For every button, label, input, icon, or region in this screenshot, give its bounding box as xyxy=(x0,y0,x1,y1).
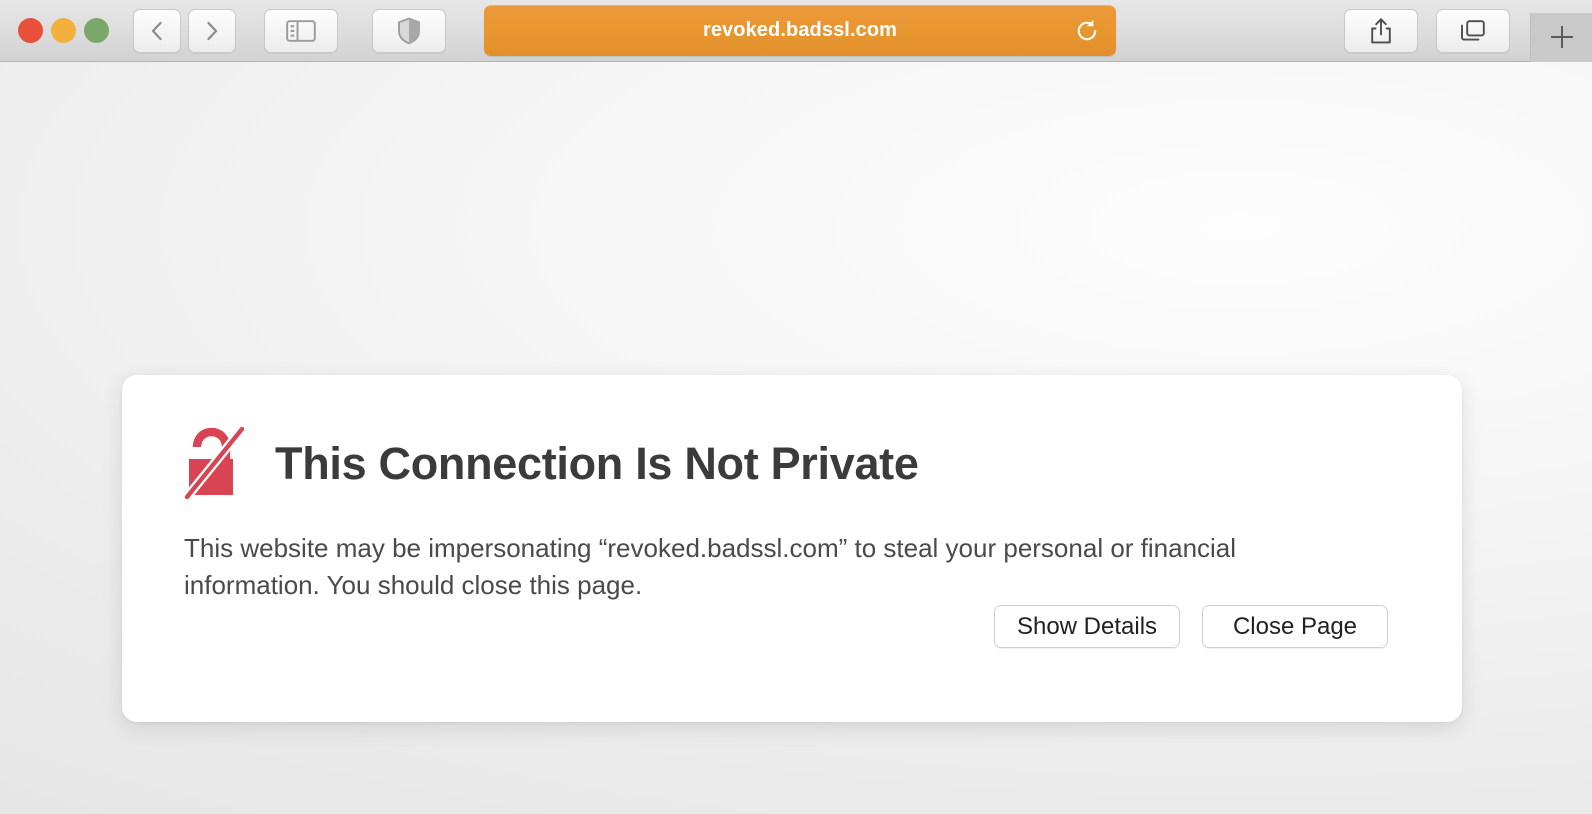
share-icon xyxy=(1371,17,1391,43)
shield-icon xyxy=(398,17,420,44)
maximize-window-button[interactable] xyxy=(84,18,109,43)
address-bar[interactable]: revoked.badssl.com xyxy=(484,5,1116,56)
chevron-right-icon xyxy=(207,21,218,40)
forward-button[interactable] xyxy=(188,8,236,53)
browser-toolbar: revoked.badssl.com xyxy=(0,0,1592,62)
close-window-button[interactable] xyxy=(18,18,43,43)
window-controls xyxy=(18,18,109,43)
close-page-button[interactable]: Close Page xyxy=(1202,605,1388,648)
browser-window: revoked.badssl.com This Connection Is No… xyxy=(0,0,1592,814)
chevron-left-icon xyxy=(151,21,162,40)
warning-description: This website may be impersonating “revok… xyxy=(184,533,1237,600)
sidebar-icon xyxy=(286,19,316,42)
navigation-buttons xyxy=(133,8,236,53)
address-bar-text: revoked.badssl.com xyxy=(702,19,898,41)
minimize-window-button[interactable] xyxy=(51,18,76,43)
warning-header: This Connection Is Not Private xyxy=(184,427,1388,499)
new-tab-button[interactable] xyxy=(1530,12,1592,62)
toolbar-right-group xyxy=(1344,0,1592,62)
privacy-report-button[interactable] xyxy=(372,8,446,53)
back-button[interactable] xyxy=(133,8,181,53)
open-lock-slash-icon xyxy=(184,427,246,499)
certificate-warning-card: This Connection Is Not Private This webs… xyxy=(122,375,1462,722)
show-details-button[interactable]: Show Details xyxy=(994,605,1180,648)
reload-icon xyxy=(1077,19,1097,40)
page-content-area: This Connection Is Not Private This webs… xyxy=(0,62,1592,814)
tab-overview-button[interactable] xyxy=(1436,8,1510,53)
show-sidebar-button[interactable] xyxy=(264,8,338,53)
reload-button[interactable] xyxy=(1072,16,1102,46)
tab-overview-icon xyxy=(1461,19,1485,41)
share-button[interactable] xyxy=(1344,8,1418,53)
page-title: This Connection Is Not Private xyxy=(275,437,919,489)
plus-icon xyxy=(1550,26,1573,48)
warning-actions: Show Details Close Page xyxy=(994,605,1388,648)
